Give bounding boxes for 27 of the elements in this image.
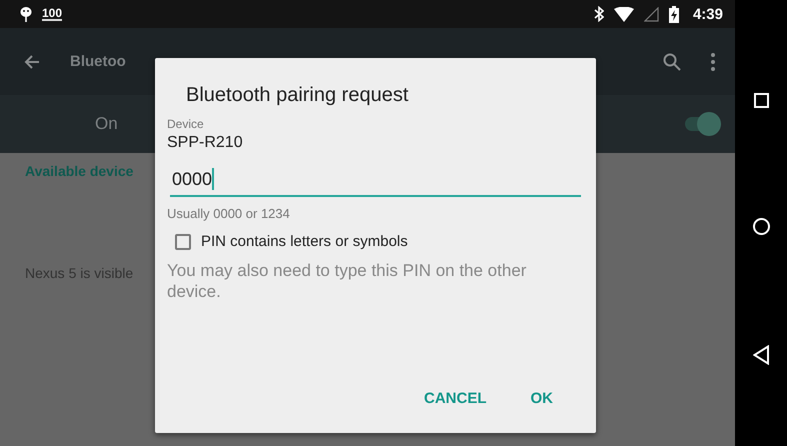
home-icon[interactable] — [752, 218, 770, 235]
section-header: Available device — [25, 163, 134, 179]
bluetooth-switch[interactable] — [683, 112, 721, 136]
wifi-icon — [614, 6, 634, 22]
recents-icon[interactable] — [754, 93, 768, 108]
checkbox[interactable] — [175, 234, 191, 250]
search-icon[interactable] — [663, 52, 681, 70]
battery-icon — [668, 6, 679, 22]
dialog-button[interactable]: CANCEL — [424, 386, 486, 411]
pin-hint: Usually 0000 or 1234 — [167, 206, 291, 221]
bluetooth-icon — [594, 6, 604, 22]
notification-count: 100 — [42, 7, 62, 21]
back-icon[interactable] — [753, 345, 769, 365]
clock-time: 4:39 — [692, 6, 723, 22]
back-arrow-icon[interactable] — [24, 54, 40, 70]
dialog-message: You may also need to type this PIN on the other device. — [167, 260, 528, 302]
pin-input-field[interactable]: 0000 — [170, 166, 581, 197]
switch-label: On — [95, 114, 118, 134]
device-label: Device — [167, 117, 205, 131]
checkbox-label: PIN contains letters or symbols — [201, 233, 408, 250]
dialog-title: Bluetooth pairing request — [185, 84, 410, 107]
signal-icon — [644, 6, 659, 22]
device-name: SPP-R210 — [167, 134, 244, 152]
toolbar-title: Bluetoo — [70, 53, 126, 70]
dialog-button[interactable]: OK — [530, 386, 553, 411]
android-icon — [20, 6, 32, 22]
more-options-icon[interactable] — [711, 52, 715, 70]
